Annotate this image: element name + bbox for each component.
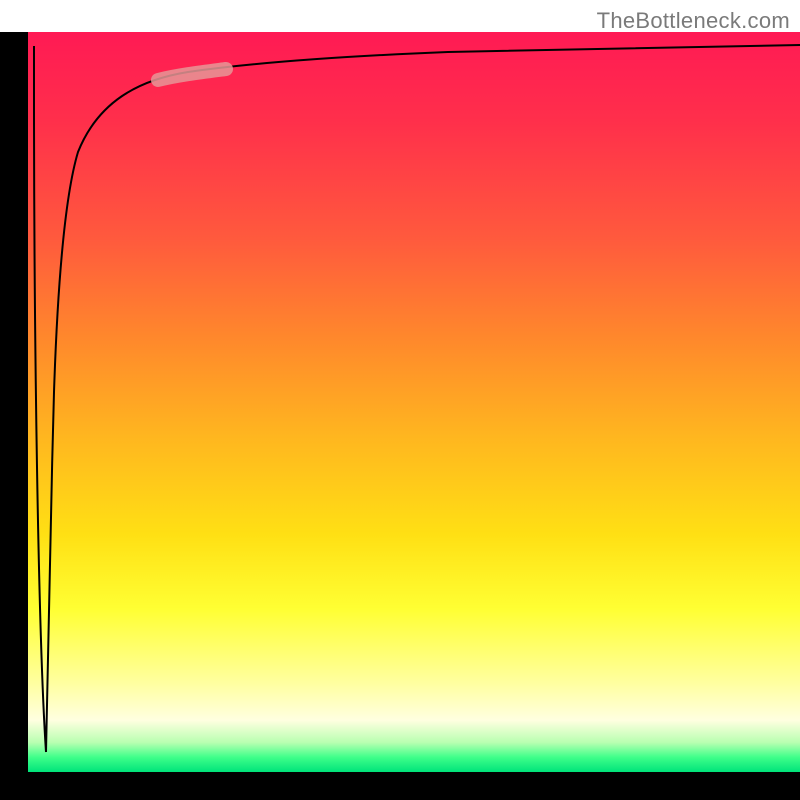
- watermark-text: TheBottleneck.com: [597, 8, 790, 34]
- chart-frame: [0, 32, 800, 800]
- chart-svg: [28, 32, 800, 772]
- chart-container: TheBottleneck.com: [0, 0, 800, 800]
- highlight-segment: [158, 69, 226, 80]
- chart-plot-area: [28, 32, 800, 772]
- initial-drop-path: [34, 46, 46, 752]
- bottleneck-curve-path: [46, 45, 800, 752]
